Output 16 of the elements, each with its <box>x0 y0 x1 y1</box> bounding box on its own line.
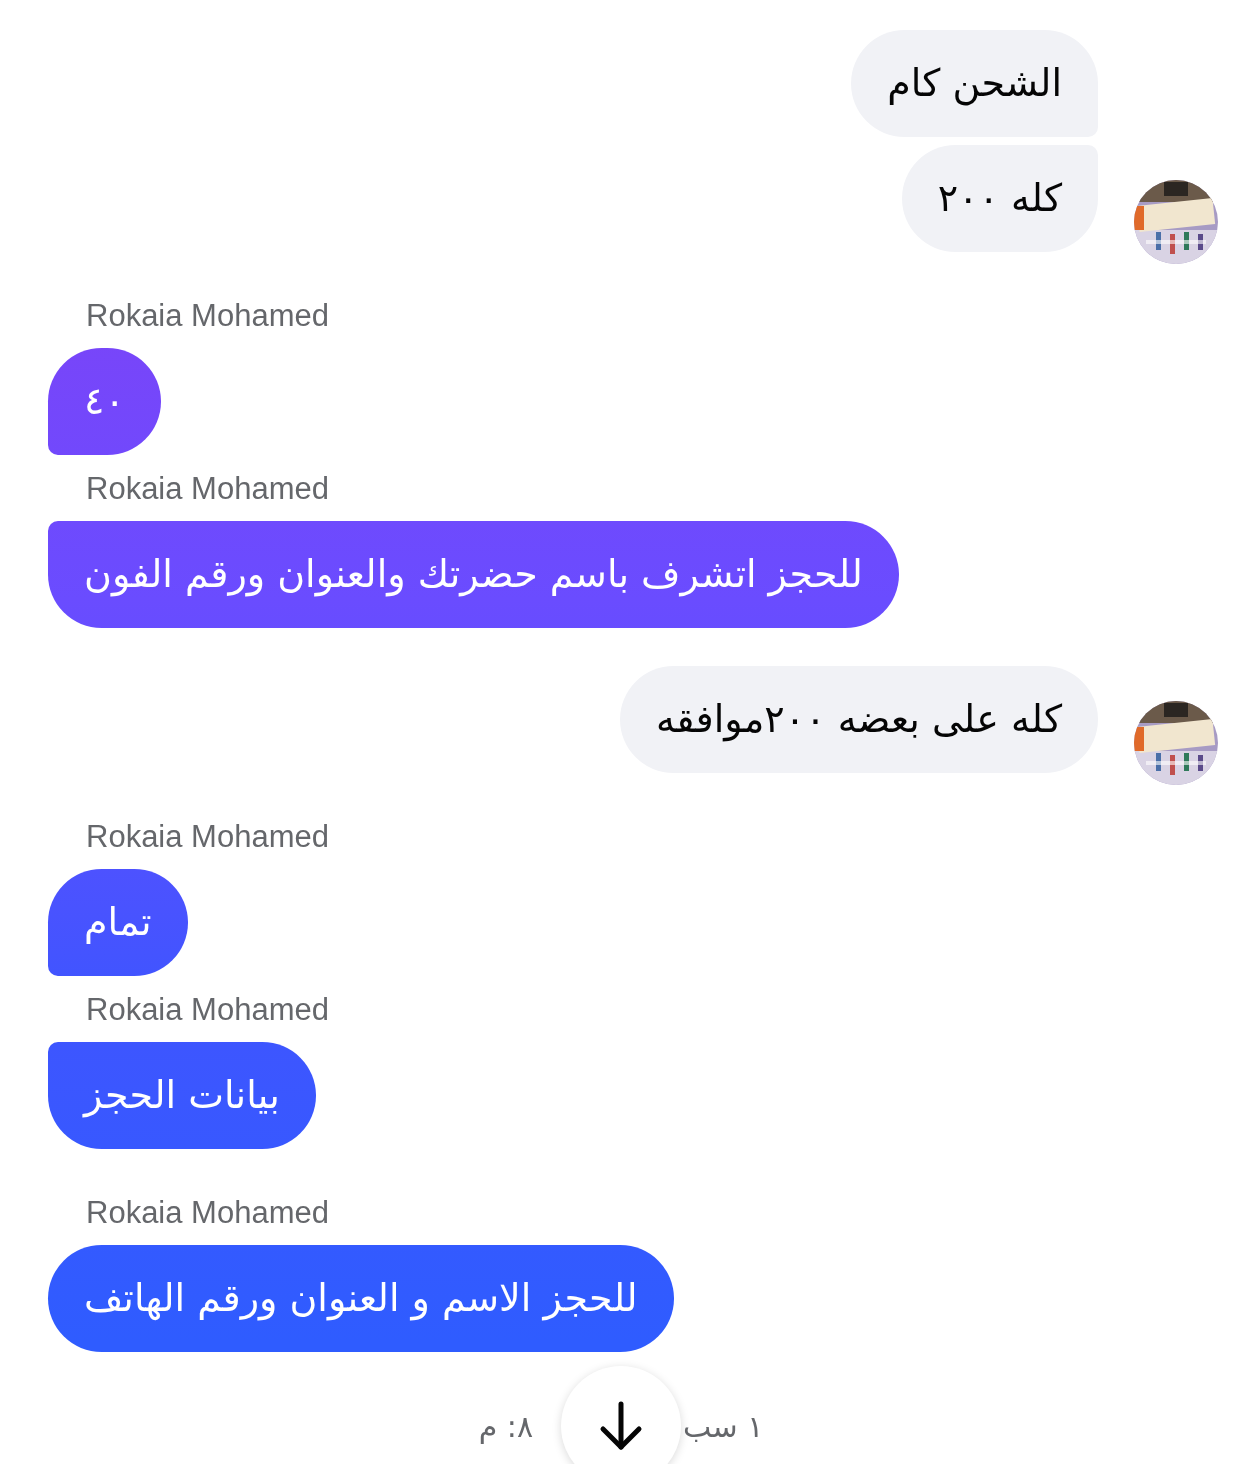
message-bubble: ٤٠ <box>48 348 161 455</box>
timestamp: ١ سب <box>683 1408 764 1446</box>
scroll-down-button[interactable] <box>561 1366 681 1464</box>
sender-name: Rokaia Mohamed <box>85 818 330 856</box>
message-bubble: تمام <box>48 869 188 976</box>
sender-name: Rokaia Mohamed <box>85 991 330 1029</box>
message-bubble: كله على بعضه ٢٠٠موافقه <box>620 666 1098 773</box>
message-bubble: للحجز الاسم و العنوان ورقم الهاتف <box>48 1245 674 1352</box>
message-bubble: بيانات الحجز <box>48 1042 316 1149</box>
message-bubble: للحجز اتشرف باسم حضرتك والعنوان ورقم الفون <box>48 521 899 628</box>
message-bubble: الشحن كام <box>851 30 1098 137</box>
sender-name: Rokaia Mohamed <box>85 1194 330 1232</box>
message-bubble: كله ٢٠٠ <box>901 145 1098 252</box>
sender-name: Rokaia Mohamed <box>85 297 330 335</box>
sender-name: Rokaia Mohamed <box>85 470 330 508</box>
timestamp: ٨: م <box>478 1408 534 1446</box>
